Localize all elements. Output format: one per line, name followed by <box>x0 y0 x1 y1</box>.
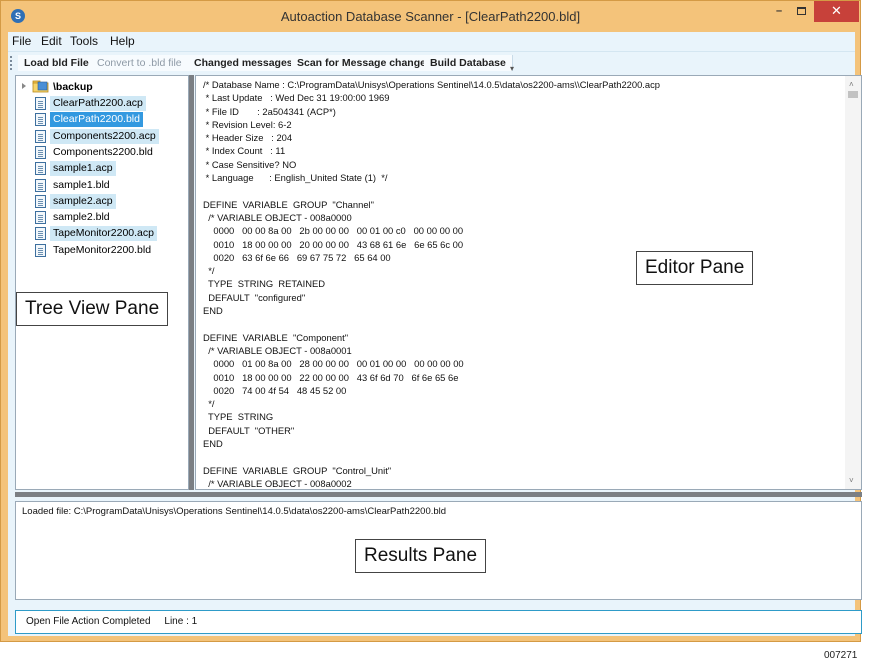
tree-root-label[interactable]: \backup <box>53 81 93 93</box>
tree-item-label: TapeMonitor2200.acp <box>50 226 157 242</box>
editor-line: 0000 01 00 8a 00 28 00 00 00 00 01 00 00… <box>203 358 464 370</box>
tree-item-label: ClearPath2200.bld <box>50 112 143 128</box>
results-pane-label: Results Pane <box>355 539 487 573</box>
tree-item-label: sample1.acp <box>50 161 116 177</box>
menu-bar: File Edit Tools Help <box>8 32 855 51</box>
editor-line: * Last Update : Wed Dec 31 19:00:00 1969 <box>203 92 390 104</box>
scan-message-changes-button[interactable]: Scan for Message changes <box>291 55 439 71</box>
expand-arrow-icon[interactable] <box>22 83 26 89</box>
status-text: Open File Action Completed Line : 1 <box>26 616 198 627</box>
maximize-icon <box>796 7 806 15</box>
editor-line: /* VARIABLE OBJECT - 008a0000 <box>203 211 352 223</box>
menu-file[interactable]: File <box>12 34 31 48</box>
toolbar-grip[interactable] <box>10 56 13 70</box>
changed-messages-button[interactable]: Changed messages <box>188 55 300 71</box>
editor-line: * Revision Level: 6-2 <box>203 118 292 130</box>
file-icon <box>35 97 46 110</box>
minimize-button[interactable]: – <box>769 1 789 22</box>
file-icon <box>35 129 46 143</box>
tree-item-label: Components2200.acp <box>50 128 159 144</box>
file-icon <box>35 227 46 241</box>
horizontal-splitter[interactable] <box>15 492 862 497</box>
editor-line: 0000 00 00 8a 00 2b 00 00 00 00 01 00 c0… <box>203 225 464 237</box>
window-title: Autoaction Database Scanner - [ClearPath… <box>280 9 581 24</box>
editor-pane-label: Editor Pane <box>636 251 754 285</box>
tree-item-label: sample1.bld <box>53 178 110 191</box>
file-icon <box>35 145 46 159</box>
build-database-button[interactable]: Build Database <box>424 55 513 71</box>
editor-line: END <box>203 305 223 317</box>
editor-line: * Header Size : 204 <box>203 132 293 144</box>
editor-line: END <box>203 438 223 450</box>
load-bld-file-button[interactable]: Load bld File <box>18 55 96 71</box>
scroll-up-icon[interactable]: ˄ <box>849 80 854 89</box>
tree-view-pane[interactable]: \backup ClearPath2200.acp ClearPath2200.b… <box>15 75 189 490</box>
menu-edit[interactable]: Edit <box>41 34 62 48</box>
folder-icon <box>32 80 49 93</box>
editor-line: 0010 18 00 00 00 22 00 00 00 43 6f 6d 70… <box>203 371 459 383</box>
editor-line: * Case Sensitive? NO <box>203 158 297 170</box>
status-bar: Open File Action Completed Line : 1 <box>15 610 862 634</box>
vertical-splitter[interactable] <box>189 75 194 490</box>
editor-line: 0020 74 00 4f 54 48 45 52 00 <box>203 384 347 396</box>
tree-item-label: sample2.acp <box>50 193 116 209</box>
close-button[interactable]: ✕ <box>814 1 859 22</box>
file-icon <box>35 243 46 257</box>
tree-item-label: sample2.bld <box>53 211 110 224</box>
editor-line: DEFINE VARIABLE "Component" <box>203 331 349 343</box>
title-bar[interactable]: S Autoaction Database Scanner - [ClearPa… <box>1 1 860 32</box>
editor-line: 0010 18 00 00 00 20 00 00 00 43 68 61 6e… <box>203 238 464 250</box>
editor-line: /* VARIABLE OBJECT - 008a0002 <box>203 477 352 489</box>
tree-item-label: TapeMonitor2200.bld <box>53 243 152 256</box>
file-icon <box>35 194 46 208</box>
menu-tools[interactable]: Tools <box>70 34 98 48</box>
tree-item-label: Components2200.bld <box>53 145 153 158</box>
editor-line: */ <box>203 398 215 410</box>
maximize-button[interactable] <box>791 1 811 22</box>
file-icon <box>35 178 46 192</box>
file-icon <box>35 211 46 225</box>
editor-line: * File ID : 2a504341 (ACP*) <box>203 105 336 117</box>
editor-line: DEFAULT "OTHER" <box>203 424 295 436</box>
editor-line: /* VARIABLE OBJECT - 008a0001 <box>203 344 352 356</box>
results-text: Loaded file: C:\ProgramData\Unisys\Opera… <box>22 506 447 517</box>
editor-line: * Index Count : 11 <box>203 145 286 157</box>
editor-line: /* Database Name : C:\ProgramData\Unisys… <box>203 79 661 90</box>
toolbar-overflow-icon[interactable]: ▾ <box>510 64 514 73</box>
editor-line: * Language : English_United State (1) */ <box>203 172 388 184</box>
editor-line: DEFINE VARIABLE GROUP "Channel" <box>203 198 374 210</box>
toolbar: Load bld File Convert to .bld file Chang… <box>8 51 855 73</box>
file-icon <box>35 113 46 127</box>
editor-line: */ <box>203 265 215 277</box>
editor-scrollbar[interactable]: ˄ ˅ <box>845 76 861 489</box>
editor-line: TYPE STRING RETAINED <box>203 278 326 290</box>
tree-view-pane-label: Tree View Pane <box>16 292 169 326</box>
scroll-thumb[interactable] <box>848 91 858 98</box>
tree-item-label: ClearPath2200.acp <box>50 96 146 111</box>
editor-pane[interactable]: /* Database Name : C:\ProgramData\Unisys… <box>195 75 862 490</box>
editor-text[interactable]: /* Database Name : C:\ProgramData\Unisys… <box>203 78 851 489</box>
editor-line: DEFAULT "configured" <box>203 291 306 303</box>
editor-line: 0020 63 6f 6e 66 69 67 75 72 65 64 00 <box>203 251 391 263</box>
editor-line: DEFINE VARIABLE GROUP "Control_Unit" <box>203 464 392 476</box>
scroll-down-icon[interactable]: ˅ <box>849 476 854 485</box>
figure-id: 007271 <box>824 650 858 661</box>
editor-line: TYPE STRING <box>203 411 274 423</box>
file-icon <box>35 162 46 176</box>
menu-help[interactable]: Help <box>110 34 135 48</box>
convert-to-bld-button[interactable]: Convert to .bld file <box>91 55 189 71</box>
